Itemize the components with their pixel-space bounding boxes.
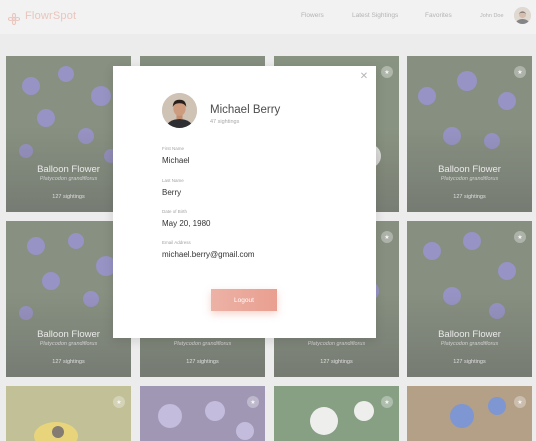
profile-sightings-count: 47 sightings	[210, 119, 240, 125]
email-value: michael.berry@gmail.com	[162, 250, 255, 259]
last-name-label: Last Name	[162, 178, 184, 183]
logout-button[interactable]: Logout	[211, 289, 277, 311]
first-name-label: First Name	[162, 146, 185, 151]
close-icon[interactable]: ✕	[359, 72, 369, 82]
profile-name: Michael Berry	[210, 104, 281, 116]
profile-modal: ✕ Michael Berry 47 sightings First Name …	[113, 66, 376, 338]
date-of-birth-label: Date of Birth	[162, 209, 188, 214]
date-of-birth-value: May 20, 1980	[162, 219, 211, 228]
email-label: Email Address	[162, 240, 191, 245]
first-name-value: Michael	[162, 156, 190, 165]
profile-avatar	[162, 93, 197, 128]
last-name-value: Berry	[162, 188, 182, 197]
